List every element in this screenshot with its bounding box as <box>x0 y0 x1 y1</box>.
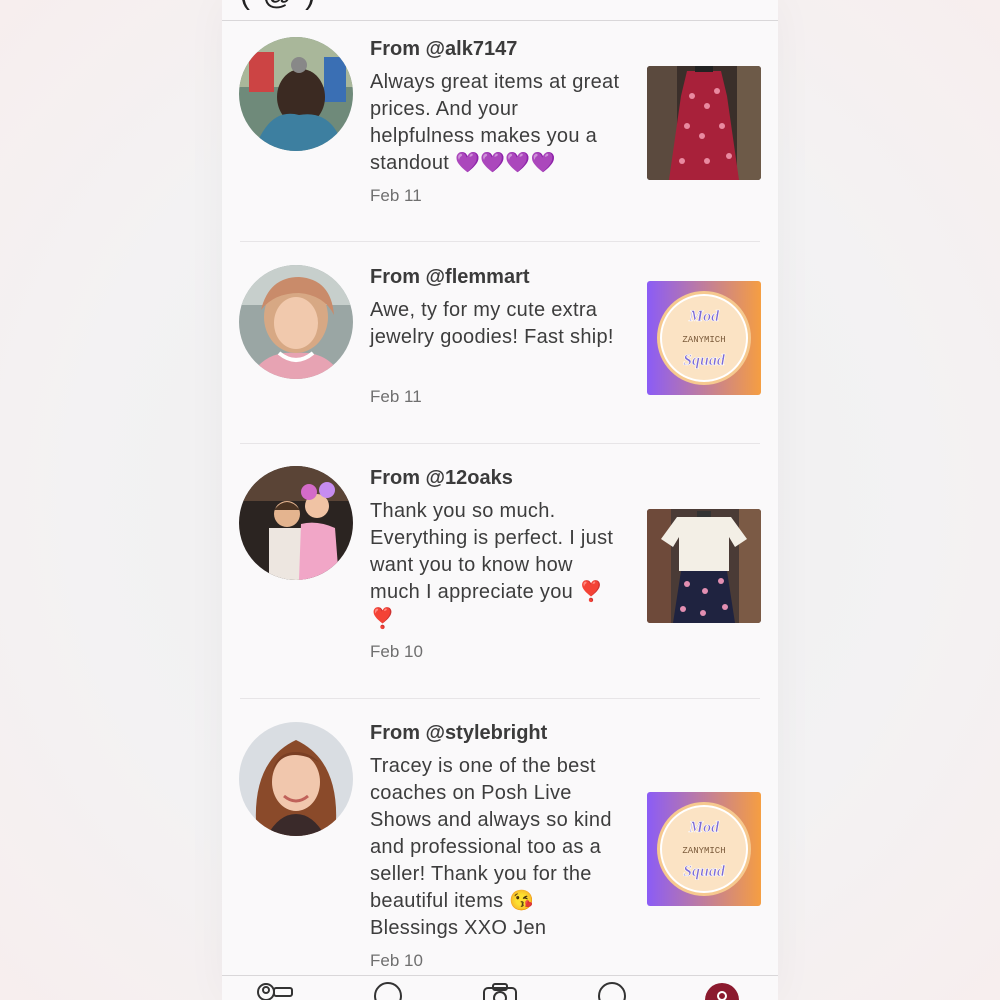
red-floral-dress-icon <box>647 66 761 180</box>
app-screen: ( @ ) From @alk7147 Always great items a… <box>222 0 778 1000</box>
svg-text:Squad: Squad <box>683 352 726 369</box>
review-date: Feb 11 <box>370 186 422 205</box>
review-author[interactable]: From @alk7147 <box>370 38 517 61</box>
svg-text:Mod: Mod <box>688 819 720 836</box>
listing-thumbnail[interactable] <box>647 66 761 180</box>
review-date: Feb 10 <box>370 951 423 970</box>
avatar-photo-icon <box>239 466 353 580</box>
listing-thumbnail[interactable] <box>647 509 761 623</box>
listing-thumbnail[interactable]: Mod ZANYMICH Squad <box>647 792 761 906</box>
search-icon[interactable] <box>372 982 404 1000</box>
mod-squad-logo-icon: Mod ZANYMICH Squad <box>647 792 761 906</box>
review-author[interactable]: From @stylebright <box>370 722 547 745</box>
review-message: Tracey is one of the best coaches on Pos… <box>370 755 612 939</box>
review-message: Always great items at great prices. And … <box>370 71 620 174</box>
bottom-nav <box>222 975 778 1000</box>
white-top-floral-skirt-icon <box>647 509 761 623</box>
avatar[interactable] <box>239 466 353 580</box>
review-author[interactable]: From @12oaks <box>370 467 513 490</box>
review-message: Thank you so much. Everything is perfect… <box>370 500 614 630</box>
avatar-photo-icon <box>239 722 353 836</box>
review-item[interactable]: From @flemmart Awe, ty for my cute extra… <box>222 242 778 443</box>
svg-text:Squad: Squad <box>683 863 726 880</box>
news-icon[interactable] <box>596 982 628 1000</box>
review-date: Feb 11 <box>370 387 422 406</box>
avatar[interactable] <box>239 722 353 836</box>
review-item[interactable]: From @12oaks Thank you so much. Everythi… <box>222 444 778 699</box>
review-item[interactable]: From @stylebright Tracey is one of the b… <box>222 699 778 975</box>
review-message: Awe, ty for my cute extra jewelry goodie… <box>370 299 614 348</box>
profile-icon[interactable] <box>704 982 740 1000</box>
mod-squad-logo-icon: Mod ZANYMICH Squad <box>647 281 761 395</box>
camera-icon[interactable] <box>482 982 518 1000</box>
svg-text:ZANYMICH: ZANYMICH <box>682 335 725 345</box>
review-author[interactable]: From @flemmart <box>370 266 530 289</box>
avatar-photo-icon <box>239 37 353 151</box>
top-bar: ( @ ) <box>222 0 778 21</box>
review-item[interactable]: From @alk7147 Always great items at grea… <box>222 20 778 242</box>
review-date: Feb 10 <box>370 642 423 661</box>
feed-icon[interactable] <box>256 982 296 1000</box>
avatar[interactable] <box>239 37 353 151</box>
svg-text:Mod: Mod <box>688 308 720 325</box>
avatar-photo-icon <box>239 265 353 379</box>
page-title: ( @ ) <box>240 0 317 12</box>
listing-thumbnail[interactable]: Mod ZANYMICH Squad <box>647 281 761 395</box>
avatar[interactable] <box>239 265 353 379</box>
svg-text:ZANYMICH: ZANYMICH <box>682 846 725 856</box>
